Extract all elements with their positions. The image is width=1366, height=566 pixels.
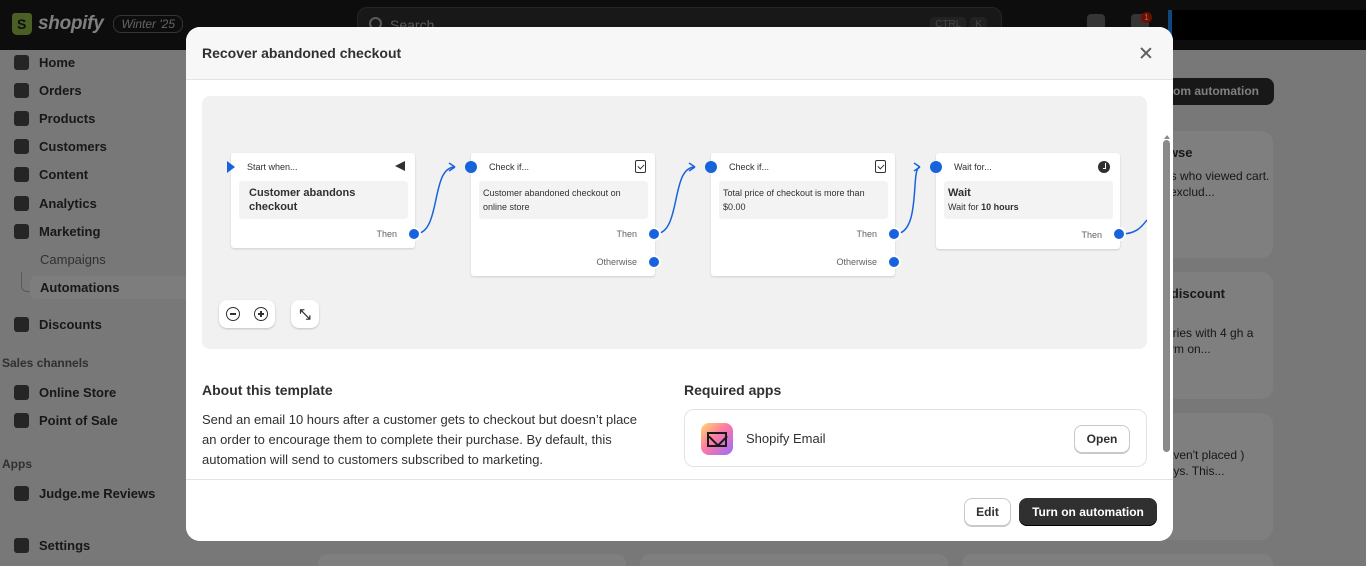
app-card-shopify-email: Shopify Email Open	[684, 409, 1147, 467]
modal-title: Recover abandoned checkout	[202, 45, 402, 61]
turn-on-automation-button[interactable]: Turn on automation	[1019, 498, 1157, 526]
node-content: Total price of checkout is more than $0.…	[719, 181, 888, 219]
fit-view-button[interactable]: ⤡	[291, 300, 319, 328]
port-input	[465, 161, 477, 173]
node-content: Customer abandoned checkout on online st…	[479, 181, 648, 219]
app-name: Shopify Email	[746, 431, 826, 446]
node-main-text: Customer abandoned checkout on online st…	[483, 188, 621, 212]
workflow-node-condition[interactable]: Check if... Customer abandoned checkout …	[471, 153, 655, 276]
clock-icon	[1098, 161, 1110, 173]
node-content: Wait Wait for 10 hours	[944, 181, 1113, 219]
port-then[interactable]	[887, 227, 901, 241]
node-header: Check if...	[729, 162, 770, 172]
workflow-node-condition[interactable]: Check if... Total price of checkout is m…	[711, 153, 895, 276]
node-header: Start when...	[247, 162, 298, 172]
workflow-node-trigger[interactable]: Start when... Customer abandons checkout…	[231, 153, 415, 248]
node-content: Customer abandons checkout	[239, 181, 408, 219]
port-label-otherwise: Otherwise	[596, 257, 637, 267]
zoom-in-button[interactable]	[247, 300, 275, 328]
port-input	[705, 161, 717, 173]
port-label-then: Then	[616, 229, 637, 239]
open-app-button[interactable]: Open	[1074, 425, 1130, 453]
megaphone-icon	[395, 161, 405, 171]
port-then[interactable]	[1112, 227, 1126, 241]
about-text: Send an email 10 hours after a customer …	[202, 412, 638, 467]
scroll-up-arrow[interactable]	[1164, 135, 1170, 139]
workflow-canvas[interactable]: Start when... Customer abandons checkout…	[202, 96, 1147, 349]
port-then[interactable]	[407, 227, 421, 241]
template-modal: Recover abandoned checkout Start when...…	[186, 27, 1173, 541]
zoom-controls	[219, 300, 275, 328]
modal-body[interactable]: Start when... Customer abandons checkout…	[186, 80, 1173, 479]
required-apps-title: Required apps	[684, 382, 782, 398]
modal-scrollbar[interactable]	[1163, 140, 1170, 452]
close-icon[interactable]	[1137, 44, 1155, 62]
port-input	[930, 161, 942, 173]
clipboard-check-icon	[635, 160, 646, 173]
port-then[interactable]	[647, 227, 661, 241]
clipboard-check-icon	[875, 160, 886, 173]
envelope-icon	[707, 432, 727, 447]
node-sub-bold: 10 hours	[981, 202, 1019, 212]
about-title: About this template	[202, 382, 333, 398]
collapse-icon: ⤡	[299, 306, 311, 322]
modal-footer: Edit Turn on automation	[186, 479, 1173, 541]
node-sub-text: Wait for	[948, 202, 982, 212]
node-main-text: Wait	[948, 187, 971, 199]
node-main-text: Total price of checkout is more than $0.…	[723, 188, 865, 212]
port-otherwise[interactable]	[887, 255, 901, 269]
workflow-node-wait[interactable]: Wait for... Wait Wait for 10 hours Then	[936, 153, 1120, 249]
start-arrow-icon	[227, 161, 235, 173]
shopify-email-icon	[701, 423, 733, 455]
modal-header: Recover abandoned checkout	[186, 27, 1173, 80]
zoom-out-button[interactable]	[219, 300, 247, 328]
port-label-then: Then	[856, 229, 877, 239]
port-otherwise[interactable]	[647, 255, 661, 269]
port-label-then: Then	[1081, 230, 1102, 240]
edit-button[interactable]: Edit	[964, 498, 1011, 526]
node-header: Check if...	[489, 162, 530, 172]
node-main-text: Customer abandons checkout	[249, 187, 356, 213]
port-label-then: Then	[376, 229, 397, 239]
node-header: Wait for...	[954, 162, 992, 172]
port-label-otherwise: Otherwise	[836, 257, 877, 267]
